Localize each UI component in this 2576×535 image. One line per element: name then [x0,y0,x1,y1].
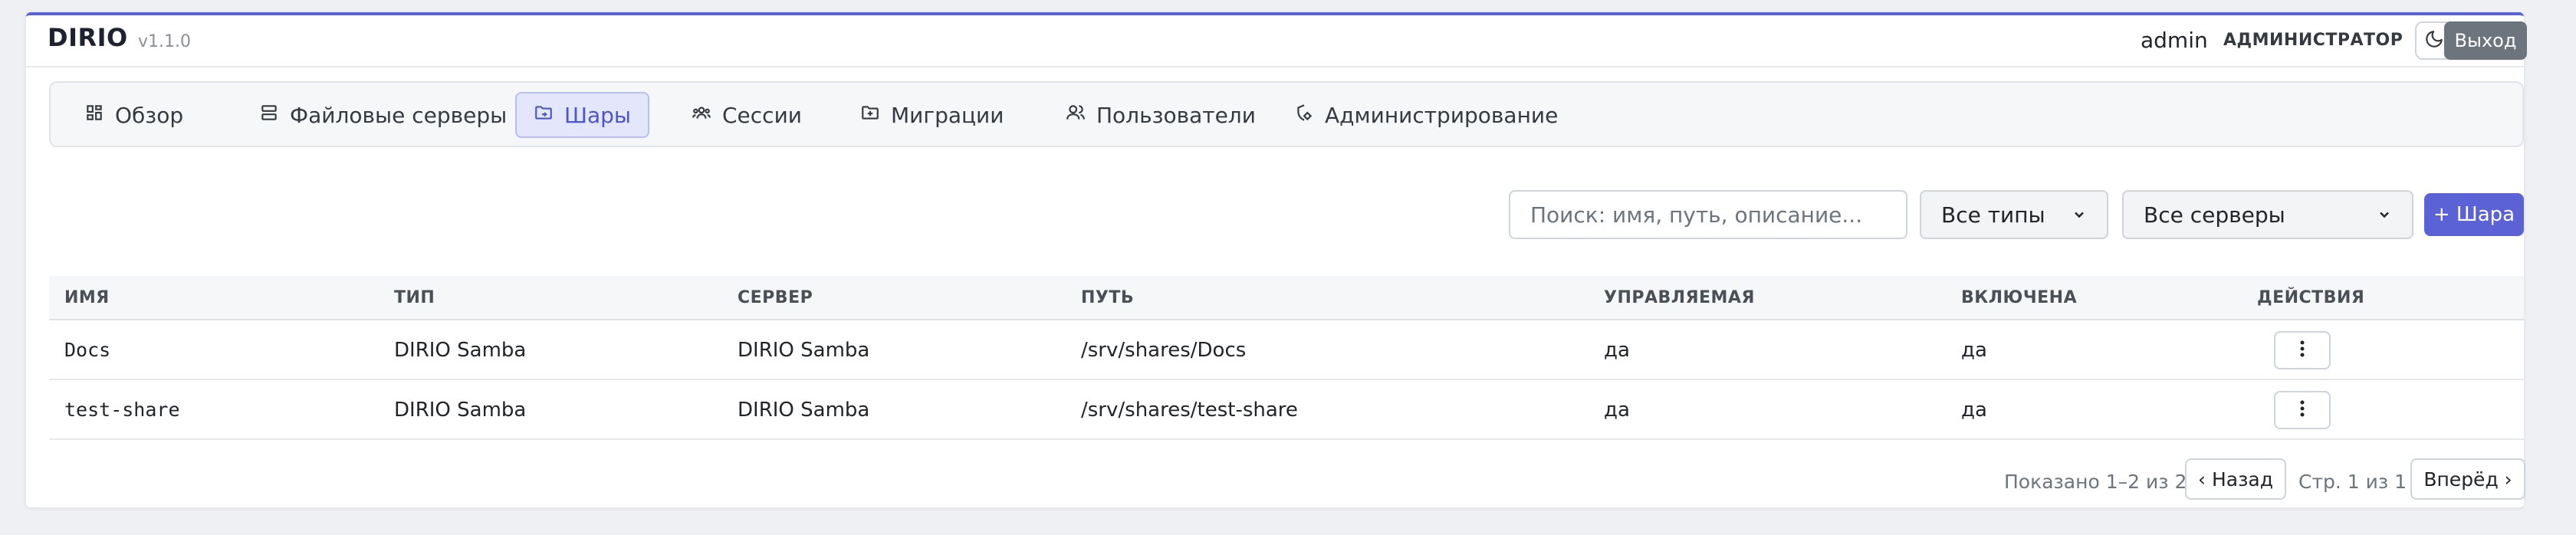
row-actions-button[interactable] [2274,391,2331,429]
type-filter-select[interactable]: Все типы [1920,190,2108,239]
nav-item-label: Файловые серверы [290,102,508,128]
share-enabled: да [1961,399,1987,422]
share-enabled: да [1961,339,1987,362]
users-group-icon [692,103,711,128]
folder-move-icon [860,103,880,128]
nav-item-migrations[interactable]: Миграции [842,92,1022,138]
nav-item-users[interactable]: Пользователи [1047,92,1274,138]
share-path: /srv/shares/test-share [1081,399,1298,422]
column-header-managed[interactable]: УПРАВЛЯЕМАЯ [1604,288,1755,307]
share-server: DIRIO Samba [738,339,870,362]
row-actions-button[interactable] [2274,331,2331,369]
kebab-menu-icon [2299,340,2305,361]
column-header-enabled[interactable]: ВКЛЮЧЕНА [1961,288,2077,307]
admin-icon [1294,103,1314,128]
share-managed: да [1604,339,1630,362]
add-share-button[interactable]: + Шара [2424,193,2524,236]
nav-item-shares[interactable]: Шары [515,92,649,138]
folder-share-icon [534,103,554,128]
server-filter-value: Все серверы [2144,202,2285,228]
app-brand[interactable]: DIRIO [48,23,128,52]
column-header-type[interactable]: ТИП [394,288,435,307]
nav-item-label: Обзор [115,102,184,128]
pagination-page: Стр. 1 из 1 [2298,471,2407,493]
table-row[interactable]: Docs DIRIO Samba DIRIO Samba /srv/shares… [49,320,2524,380]
main-nav: Обзор Файловые серверы Шары Сессии Мигра… [49,81,2524,147]
nav-item-overview[interactable]: Обзор [66,92,202,138]
nav-item-label: Администрирование [1325,102,1559,128]
share-type: DIRIO Samba [394,339,527,362]
nav-item-administration[interactable]: Администрирование [1276,92,1576,138]
chevron-down-icon [2072,202,2087,228]
column-header-actions: ДЕЙСТВИЯ [2257,288,2365,307]
column-header-path[interactable]: ПУТЬ [1081,288,1134,307]
share-name: Docs [64,339,111,361]
nav-item-label: Пользователи [1096,102,1256,128]
moon-icon [2424,29,2444,52]
nav-item-label: Миграции [891,102,1004,128]
server-icon [259,103,279,128]
share-managed: да [1604,399,1630,422]
column-header-name[interactable]: ИМЯ [64,288,110,307]
nav-item-sessions[interactable]: Сессии [673,92,820,138]
chevron-down-icon [2377,202,2392,228]
main-card: DIRIO v1.1.0 admin АДМИНИСТРАТОР Выход О… [26,12,2527,507]
type-filter-value: Все типы [1941,202,2045,228]
prev-page-button[interactable]: ‹ Назад [2185,458,2286,500]
nav-item-file-servers[interactable]: Файловые серверы [241,92,525,138]
share-server: DIRIO Samba [738,399,870,422]
app-version: v1.1.0 [138,32,191,51]
user-role: АДМИНИСТРАТОР [2223,31,2404,50]
user-icon [1066,103,1086,128]
shares-table: ИМЯ ТИП СЕРВЕР ПУТЬ УПРАВЛЯЕМАЯ ВКЛЮЧЕНА… [49,276,2524,440]
logout-button[interactable]: Выход [2444,21,2527,60]
dashboard-icon [84,103,104,128]
table-row[interactable]: test-share DIRIO Samba DIRIO Samba /srv/… [49,380,2524,440]
search-input[interactable]: Поиск: имя, путь, описание... [1509,190,1907,239]
nav-item-label: Шары [564,102,631,128]
pagination-summary: Показано 1–2 из 2 [2004,471,2187,493]
nav-item-label: Сессии [722,102,802,128]
table-header: ИМЯ ТИП СЕРВЕР ПУТЬ УПРАВЛЯЕМАЯ ВКЛЮЧЕНА… [49,276,2524,320]
server-filter-select[interactable]: Все серверы [2122,190,2413,239]
column-header-server[interactable]: СЕРВЕР [738,288,813,307]
kebab-menu-icon [2299,399,2305,421]
share-name: test-share [64,399,180,421]
current-user: admin [2141,28,2208,53]
share-path: /srv/shares/Docs [1081,339,1247,362]
share-type: DIRIO Samba [394,399,527,422]
app-header: DIRIO v1.1.0 admin АДМИНИСТРАТОР Выход [26,15,2527,67]
next-page-button[interactable]: Вперёд › [2410,458,2525,500]
